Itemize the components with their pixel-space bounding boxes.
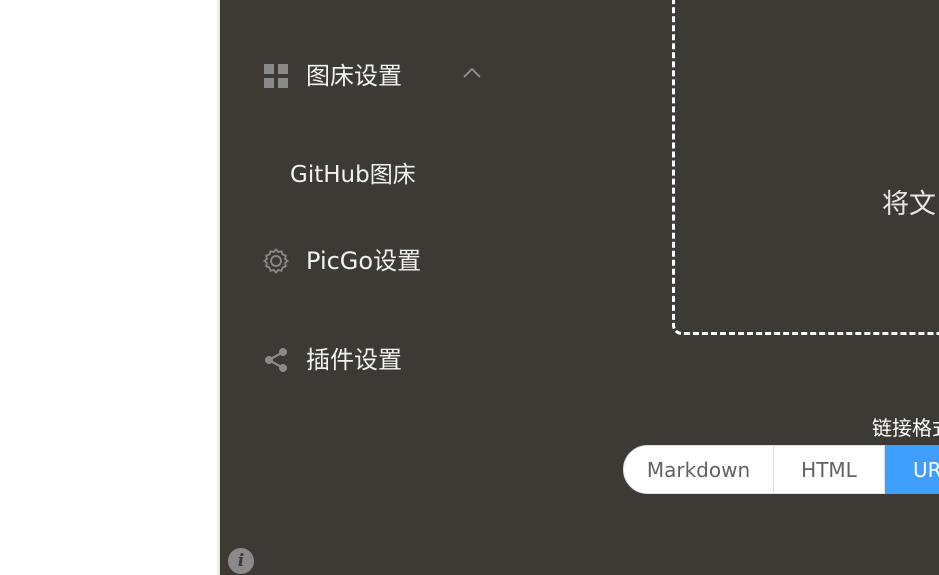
sidebar-item-label: 图床设置 [306,62,402,90]
sidebar-subitem-github[interactable]: GitHub图床 [290,155,416,189]
grid-icon [264,64,288,88]
picgo-window: 图床设置 GitHub图床 PicGo设置 插件设置 将文 链接格式 Markd… [220,0,939,575]
link-format-label: 链接格式 [872,416,939,440]
gear-icon [263,248,289,274]
share-icon [265,348,287,372]
format-url-button[interactable]: UR [885,445,939,494]
upload-hint-text: 将文 [882,189,936,220]
upload-drop-zone[interactable] [672,0,939,335]
format-markdown-button[interactable]: Markdown [623,445,774,494]
info-icon[interactable]: i [228,548,254,574]
sidebar-item-label: PicGo设置 [306,247,422,275]
chevron-up-icon[interactable] [462,64,482,80]
format-html-button[interactable]: HTML [774,445,885,494]
sidebar-item-picgo-settings[interactable]: PicGo设置 [262,247,421,275]
sidebar-item-label: 插件设置 [306,346,402,374]
sidebar-item-picbed-settings[interactable]: 图床设置 [262,62,402,90]
sidebar-item-plugin-settings[interactable]: 插件设置 [262,346,402,374]
link-format-radio-group: Markdown HTML UR [623,445,939,494]
